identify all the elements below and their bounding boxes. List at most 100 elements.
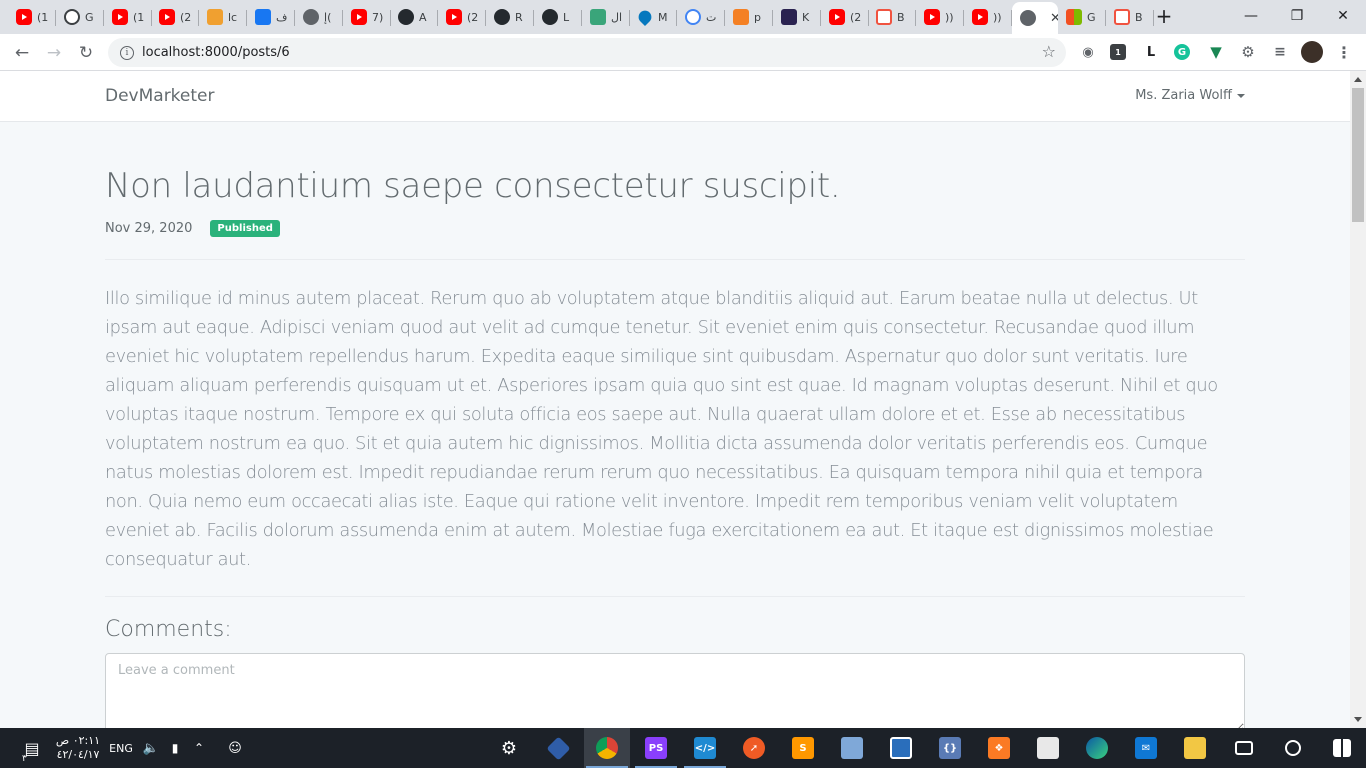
brand-link[interactable]: DevMarketer	[105, 86, 215, 106]
scroll-up-arrow-icon[interactable]	[1354, 77, 1362, 82]
github-icon	[398, 9, 414, 25]
page-scrollbar[interactable]	[1350, 71, 1366, 728]
scroll-down-arrow-icon[interactable]	[1354, 717, 1362, 722]
browser-tab[interactable]: B	[1106, 3, 1154, 31]
user-dropdown[interactable]: Ms. Zaria Wolff	[1135, 88, 1245, 103]
browser-tab[interactable]: M	[629, 3, 677, 31]
browser-tab[interactable]: (1	[8, 3, 56, 31]
package-extension-icon[interactable]: 1	[1110, 44, 1126, 60]
new-tab-button[interactable]: +	[1151, 5, 1177, 29]
maximize-window-button[interactable]: ❐	[1274, 0, 1320, 32]
media-queue-icon[interactable]: ≡	[1270, 42, 1290, 62]
taskbar-postman-app[interactable]: ➚	[731, 728, 777, 768]
browser-tab[interactable]: lc	[199, 3, 247, 31]
clock-time: ٠٢:١١ ص	[55, 734, 101, 747]
taskbar-settings-app[interactable]: ⚙	[486, 728, 532, 768]
browser-tab[interactable]: G	[1058, 3, 1106, 31]
task-view-icon	[1235, 741, 1253, 755]
browser-tab[interactable]: G	[56, 3, 104, 31]
site-info-icon[interactable]: i	[120, 45, 134, 60]
taskbar-store-app[interactable]	[1025, 728, 1071, 768]
l-extension-icon[interactable]: L	[1141, 42, 1161, 62]
speaker-icon[interactable]: 🔈	[140, 728, 162, 768]
close-tab-icon[interactable]: ✕	[1050, 11, 1058, 26]
system-clock[interactable]: ٠٢:١١ ص ٤٢/٠٤/١٧	[54, 728, 102, 768]
windows-taskbar: ▤ ٣ ٠٢:١١ ص ٤٢/٠٤/١٧ ENG 🔈 ▮ ⌃ ☺ ⚙ PS </…	[0, 728, 1366, 768]
divider	[105, 596, 1245, 597]
browser-tab[interactable]: R	[486, 3, 534, 31]
taskbar-phpstorm-app[interactable]: PS	[633, 728, 679, 768]
browser-tab[interactable]: 7)	[343, 3, 391, 31]
browser-tab[interactable]: B	[868, 3, 916, 31]
taskbar-xampp-app[interactable]: ❖	[976, 728, 1022, 768]
browser-tab[interactable]: ✕	[1012, 2, 1058, 34]
taskbar-file-explorer-app[interactable]	[1172, 728, 1218, 768]
browser-tab[interactable]: ال	[582, 3, 630, 31]
tab-title: lc	[228, 10, 238, 24]
taskbar-git-app[interactable]	[535, 728, 581, 768]
taskbar-vue-app[interactable]: {}	[927, 728, 973, 768]
phpmyadmin-icon	[207, 9, 223, 25]
grammarly-icon[interactable]: G	[1174, 44, 1190, 60]
taskbar-sublime-app[interactable]: S	[780, 728, 826, 768]
camera-icon[interactable]: ◉	[1078, 42, 1098, 62]
profile-avatar[interactable]	[1301, 41, 1323, 63]
globe-icon	[303, 9, 319, 25]
extension-letter: L	[1146, 44, 1156, 60]
browser-tab[interactable]: (1	[104, 3, 152, 31]
language-label: ENG	[109, 741, 133, 755]
post-date: Nov 29, 2020	[105, 221, 193, 236]
close-window-button[interactable]: ✕	[1320, 0, 1366, 32]
task-view-button[interactable]	[1221, 728, 1267, 768]
taskbar-edge-app[interactable]	[1074, 728, 1120, 768]
tab-title: L	[563, 10, 570, 24]
battery-icon[interactable]: ▮	[164, 728, 186, 768]
vscode-icon: </>	[694, 737, 716, 759]
chrome-menu-icon[interactable]: ⋮	[1334, 42, 1354, 62]
browser-tab[interactable]: (2	[821, 3, 869, 31]
people-icon[interactable]: ☺	[224, 728, 246, 768]
comment-input[interactable]	[105, 653, 1245, 728]
language-indicator[interactable]: ENG	[104, 728, 138, 768]
browser-tab[interactable]: A	[390, 3, 438, 31]
reload-icon: ↻	[78, 43, 94, 63]
browser-tab[interactable]: إ(	[295, 3, 343, 31]
url-text: localhost:8000/posts/6	[142, 45, 290, 60]
browser-tab[interactable]: ))	[916, 3, 964, 31]
vue-devtools-icon[interactable]: ▼	[1206, 42, 1226, 62]
extensions-puzzle-icon[interactable]: ⚙	[1238, 42, 1258, 62]
browser-tab[interactable]: ف	[247, 3, 295, 31]
terminal-icon	[890, 737, 912, 759]
forward-button[interactable]: →	[40, 39, 68, 67]
google-icon	[685, 9, 701, 25]
browser-tab[interactable]: (2	[151, 3, 199, 31]
browser-tab[interactable]: L	[534, 3, 582, 31]
taskbar-terminal-app[interactable]	[878, 728, 924, 768]
scroll-thumb[interactable]	[1352, 88, 1364, 222]
bookmark-star-icon[interactable]: ☆	[1042, 42, 1056, 61]
address-bar[interactable]: i localhost:8000/posts/6 ☆	[108, 38, 1066, 67]
show-hidden-icons-chevron-icon[interactable]: ⌃	[188, 728, 210, 768]
tab-title: K	[802, 10, 810, 24]
minimize-window-button[interactable]: —	[1228, 0, 1274, 32]
back-button[interactable]: ←	[8, 39, 36, 67]
drupal-icon	[635, 7, 655, 27]
browser-tab[interactable]: ت	[677, 3, 725, 31]
browser-tab[interactable]: ))	[964, 3, 1012, 31]
taskbar-mail-app[interactable]: ✉	[1123, 728, 1169, 768]
browser-tab[interactable]: (2	[438, 3, 486, 31]
action-center-button[interactable]: ▤ ٣	[10, 728, 54, 768]
taskbar-virtualbox-app[interactable]	[829, 728, 875, 768]
globe-icon	[1020, 10, 1036, 26]
tab-title: M	[658, 10, 668, 24]
start-button[interactable]	[1319, 728, 1365, 768]
taskbar-chrome-app[interactable]	[584, 728, 630, 768]
reload-button[interactable]: ↻	[72, 39, 100, 67]
bracket-icon: {}	[939, 737, 961, 759]
browser-tab[interactable]: K	[773, 3, 821, 31]
youtube-icon	[351, 9, 367, 25]
laravel-icon	[1114, 9, 1130, 25]
taskbar-vscode-app[interactable]: </>	[682, 728, 728, 768]
cortana-button[interactable]	[1270, 728, 1316, 768]
browser-tab[interactable]: p	[725, 3, 773, 31]
